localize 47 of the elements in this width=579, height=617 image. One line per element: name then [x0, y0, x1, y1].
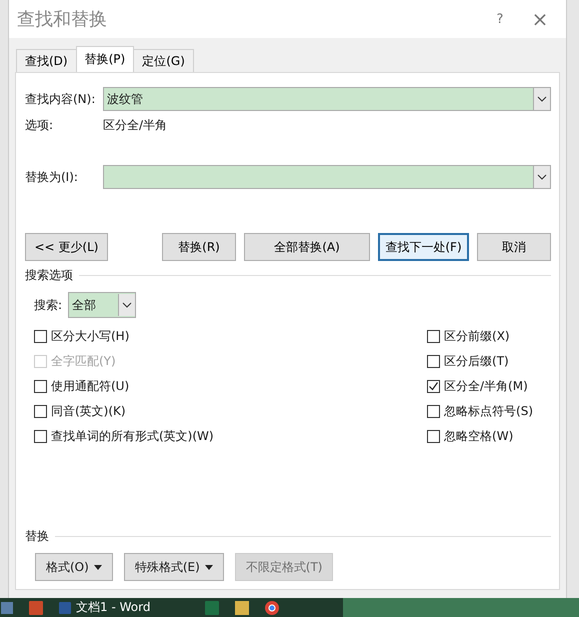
checkbox-label: 区分前缀(X)	[444, 328, 510, 345]
dialog-button[interactable]: 替换(R)	[162, 233, 236, 261]
section-heading: 搜索选项	[25, 267, 73, 284]
tab[interactable]: 定位(G)	[133, 49, 194, 72]
search-dropdown[interactable]: 全部	[68, 292, 136, 318]
checkbox[interactable]	[427, 380, 440, 393]
document-app-icon	[58, 600, 72, 614]
slide-app-icon[interactable]	[28, 600, 44, 616]
help-button[interactable]: ?	[480, 12, 520, 26]
close-button[interactable]: ×	[520, 7, 560, 31]
tab[interactable]: 替换(P)	[76, 46, 134, 72]
checkbox-label: 使用通配符(U)	[51, 378, 130, 395]
dialog-button[interactable]: 查找下一处(F)	[378, 233, 469, 261]
browser-icon[interactable]	[264, 600, 280, 616]
checkbox[interactable]	[34, 380, 47, 393]
checkbox-label: 全字匹配(Y)	[51, 353, 116, 370]
checkbox-label: 忽略空格(W)	[444, 428, 514, 445]
window-icon[interactable]	[0, 600, 14, 614]
checkbox-label: 忽略标点符号(S)	[444, 403, 533, 420]
checkbox[interactable]	[427, 330, 440, 343]
app-icon[interactable]	[234, 600, 250, 616]
format-button[interactable]: 特殊格式(E)	[124, 553, 224, 581]
checkbox-label: 区分大小写(H)	[51, 328, 130, 345]
tab[interactable]: 查找(D)	[16, 49, 77, 72]
options-value: 区分全/半角	[103, 116, 168, 134]
options-label: 选项:	[25, 116, 54, 134]
field-label: 查找内容(N):	[25, 90, 96, 108]
checkbox[interactable]	[34, 430, 47, 443]
checkbox-label: 同音(英文)(K)	[51, 403, 126, 420]
checkbox-label: 区分全/半角(M)	[444, 378, 528, 395]
dialog-button[interactable]: 取消	[477, 233, 551, 261]
search-label: 搜索:	[34, 296, 62, 314]
dialog-button[interactable]: << 更少(L)	[25, 233, 108, 261]
checkbox-label: 查找单词的所有形式(英文)(W)	[51, 428, 214, 445]
dialog-button[interactable]: 全部替换(A)	[244, 233, 370, 261]
window-title: 查找和替换	[17, 8, 108, 31]
checkbox[interactable]	[427, 430, 440, 443]
checkbox[interactable]	[427, 355, 440, 368]
taskbar-item[interactable]: 文档1 - Word	[58, 599, 150, 616]
checkbox[interactable]	[34, 405, 47, 418]
section-heading: 替换	[25, 528, 49, 545]
checkbox[interactable]	[34, 330, 47, 343]
checkbox-label: 区分后缀(T)	[444, 353, 509, 370]
checkbox[interactable]	[427, 405, 440, 418]
field-label: 替换为(I):	[25, 168, 79, 186]
find-combo-box[interactable]: 波纹管	[103, 87, 551, 111]
format-button[interactable]: 格式(O)	[35, 553, 113, 581]
